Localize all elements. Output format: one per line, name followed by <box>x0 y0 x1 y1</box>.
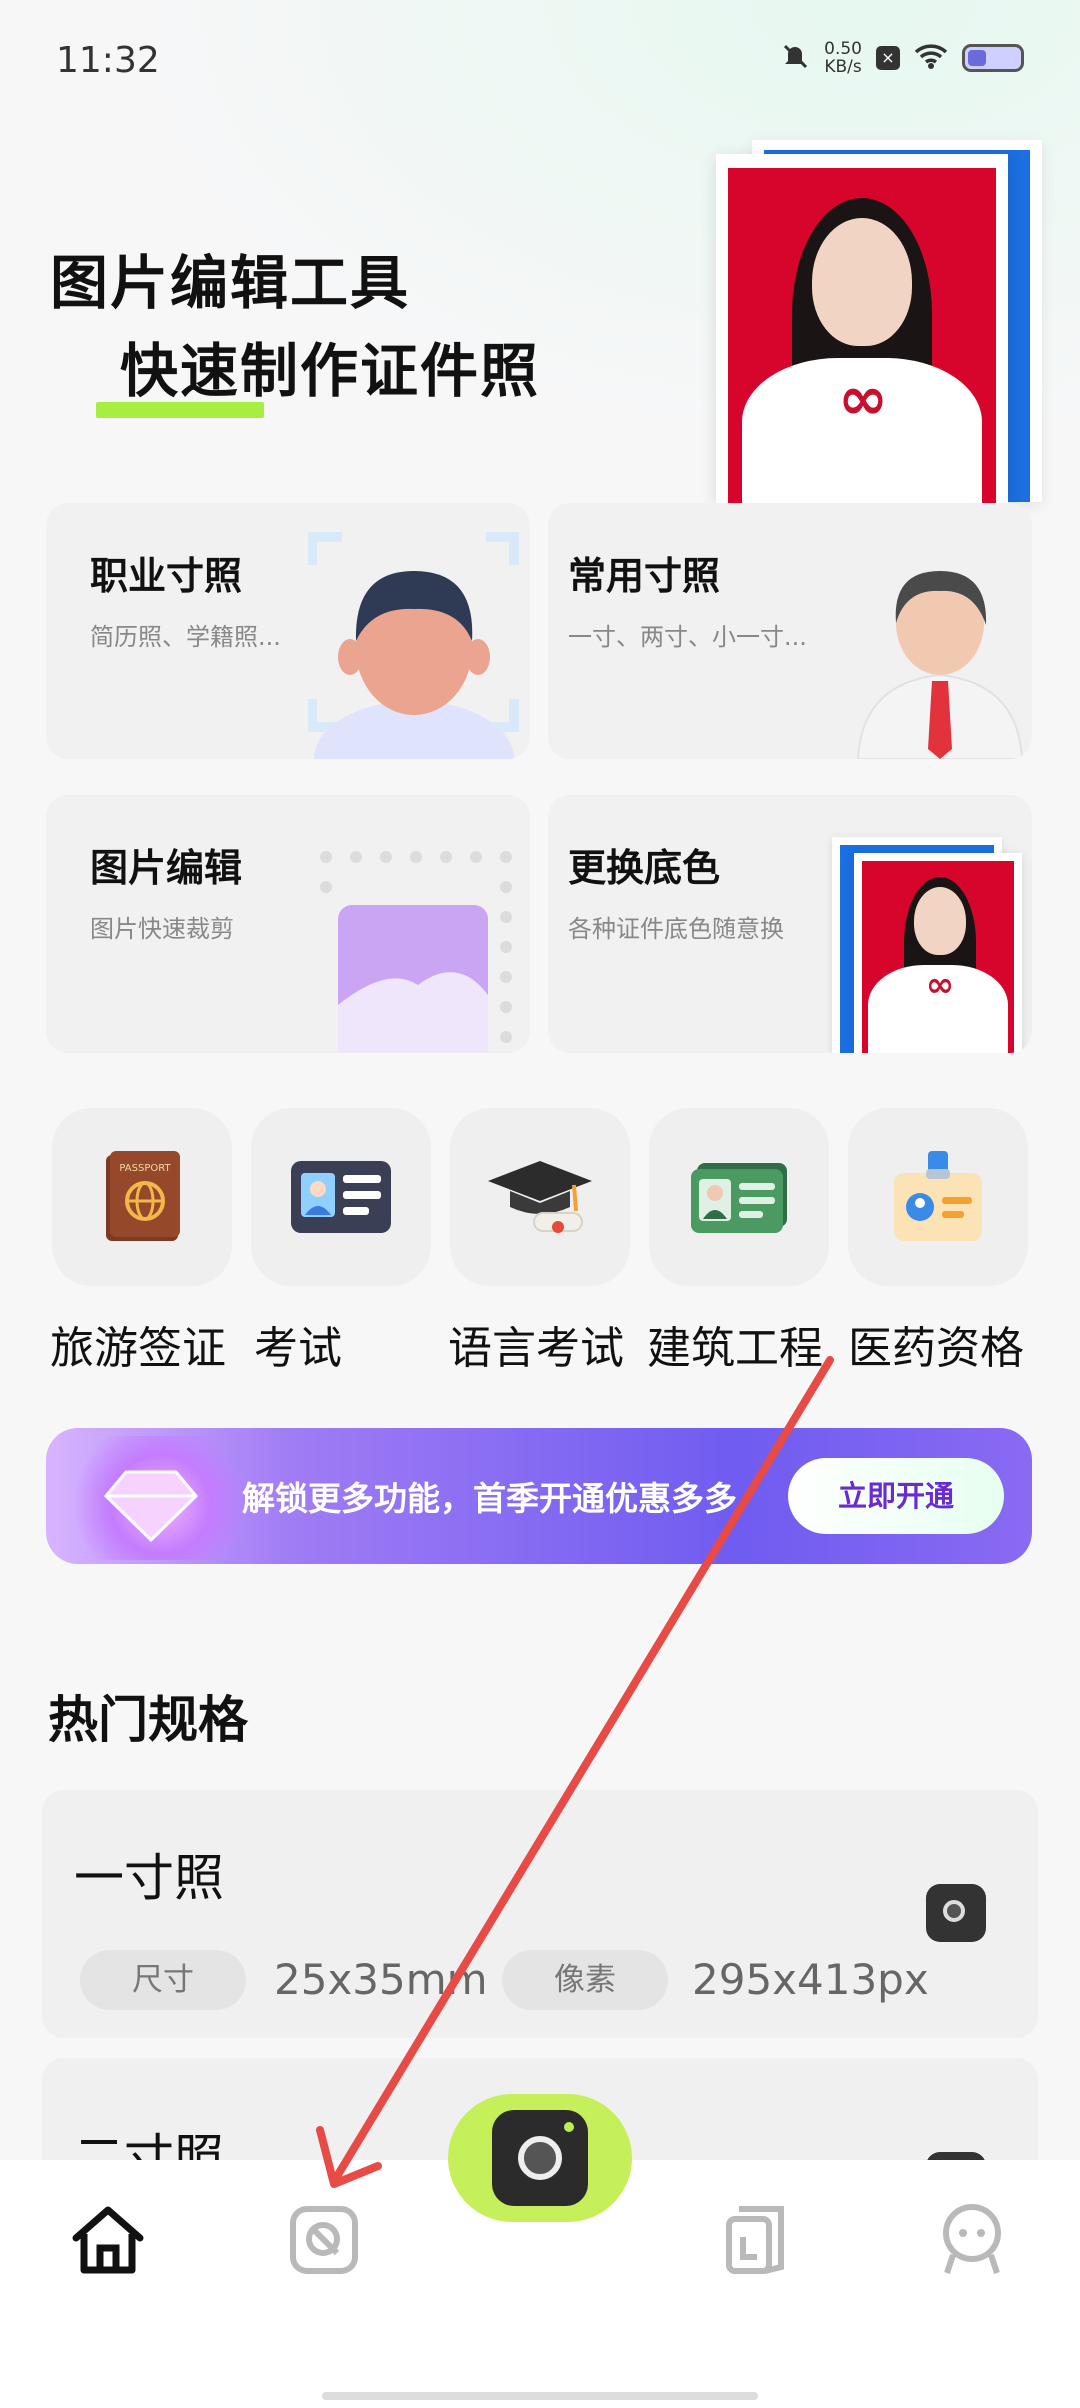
id-card-icon <box>291 1161 391 1233</box>
spec-name: 一寸照 <box>74 1849 224 1907</box>
category-language-exam[interactable] <box>450 1108 630 1286</box>
category-medical[interactable] <box>848 1108 1028 1286</box>
diamond-icon <box>56 1436 246 1560</box>
pixel-label: 像素 <box>502 1950 668 2010</box>
card-title: 职业寸照 <box>90 554 243 598</box>
category-label: 语言考试 <box>448 1323 624 1374</box>
category-construction[interactable] <box>649 1108 829 1286</box>
card-change-background[interactable]: 更换底色 各种证件底色随意换 ∞ <box>548 795 1032 1053</box>
camera-icon <box>492 2110 588 2206</box>
network-speed-unit: KB/s <box>824 57 862 77</box>
portrait-image: ∞ <box>728 168 996 504</box>
image-crop-icon <box>320 851 512 1053</box>
network-speed-value: 0.50 <box>824 39 862 59</box>
status-time: 11:32 <box>56 40 160 81</box>
section-title: 热门规格 <box>48 1691 248 1749</box>
camera-button[interactable] <box>448 2094 632 2222</box>
status-icons: 0.50 KB/s × <box>780 40 1024 76</box>
document-icon[interactable] <box>716 2200 796 2280</box>
hero-subtitle: 快速制作证件照 <box>120 337 541 405</box>
hero-underline <box>96 402 264 418</box>
person-tie-icon <box>856 571 1024 759</box>
tools-icon[interactable] <box>284 2200 364 2280</box>
network-speed: 0.50 KB/s <box>824 40 862 76</box>
card-title: 图片编辑 <box>90 846 243 890</box>
certificate-card-icon <box>691 1163 787 1233</box>
category-label: 建筑工程 <box>647 1323 823 1374</box>
size-value: 25x35mm <box>274 1955 488 2004</box>
profile-icon[interactable] <box>932 2200 1012 2280</box>
card-title: 更换底色 <box>568 846 721 890</box>
card-image-edit[interactable]: 图片编辑 图片快速裁剪 <box>46 795 530 1053</box>
category-exam[interactable] <box>251 1108 431 1286</box>
card-professional-photo[interactable]: 职业寸照 简历照、学籍照... <box>46 503 530 759</box>
card-subtitle: 各种证件底色随意换 <box>568 915 784 943</box>
background-photo-red: ∞ <box>854 853 1022 1053</box>
card-common-photo[interactable]: 常用寸照 一寸、两寸、小一寸... <box>548 503 1032 759</box>
status-bar: 11:32 0.50 KB/s × <box>0 0 1080 125</box>
size-label: 尺寸 <box>80 1950 246 2010</box>
hero-title: 图片编辑工具 <box>50 249 411 317</box>
home-indicator <box>322 2392 758 2400</box>
hero-photo-red: ∞ <box>716 154 1008 504</box>
battery-icon <box>962 44 1024 72</box>
promo-banner[interactable]: 解锁更多功能，首季开通优惠多多 立即开通 <box>46 1428 1032 1564</box>
badge-icon <box>894 1151 982 1241</box>
graduation-cap-icon <box>488 1161 592 1233</box>
promo-open-button[interactable]: 立即开通 <box>788 1458 1004 1534</box>
card-subtitle: 简历照、学籍照... <box>90 623 281 651</box>
card-subtitle: 一寸、两寸、小一寸... <box>568 623 807 651</box>
spec-item[interactable]: 一寸照 尺寸 25x35mm 像素 295x413px <box>42 1790 1038 2038</box>
category-label: 旅游签证 <box>50 1323 226 1374</box>
promo-text: 解锁更多功能，首季开通优惠多多 <box>242 1479 737 1518</box>
sim-off-icon: × <box>876 46 900 70</box>
pixel-value: 295x413px <box>692 1955 929 2004</box>
home-icon[interactable] <box>68 2200 148 2280</box>
category-label: 考试 <box>254 1323 342 1374</box>
svg-text:PASSPORT: PASSPORT <box>119 1163 171 1174</box>
category-label: 医药资格 <box>848 1323 1024 1374</box>
face-scan-icon <box>308 532 519 759</box>
category-travel-visa[interactable]: PASSPORT <box>52 1108 232 1286</box>
wifi-icon <box>914 42 948 74</box>
camera-icon[interactable] <box>926 1884 986 1942</box>
card-title: 常用寸照 <box>568 554 721 598</box>
mute-bell-icon <box>780 41 810 75</box>
card-subtitle: 图片快速裁剪 <box>90 915 234 943</box>
passport-icon: PASSPORT <box>106 1151 180 1241</box>
